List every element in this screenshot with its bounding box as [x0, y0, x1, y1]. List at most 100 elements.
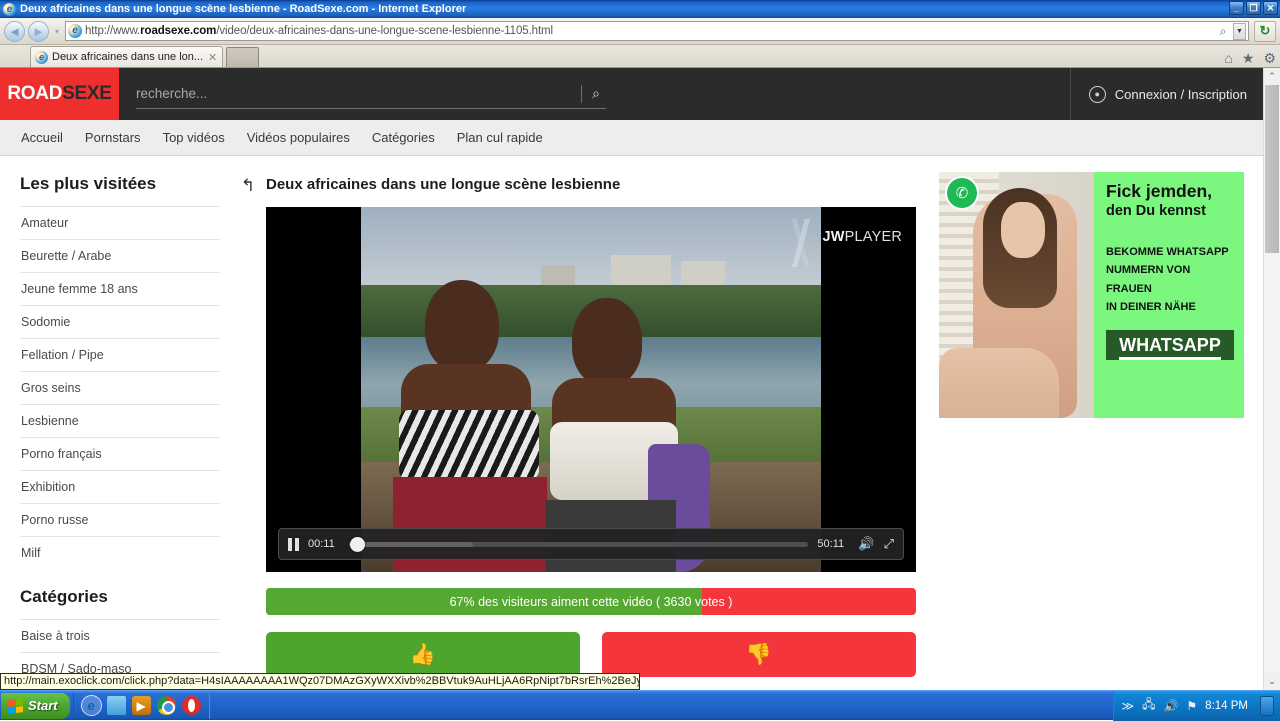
vote-buttons: 👍 👎 — [266, 632, 916, 677]
video-player[interactable]: JWPLAYER 00:11 50:11 🔊 ⤢ — [266, 207, 916, 572]
internet-explorer-icon — [3, 3, 16, 16]
sidebar-item-sodomie[interactable]: Sodomie — [20, 305, 220, 338]
account-label: Connexion / Inscription — [1115, 87, 1247, 102]
address-bar[interactable]: http://www.roadsexe.com/video/deux-afric… — [65, 21, 1249, 41]
taskbar-chrome-icon[interactable] — [157, 696, 176, 715]
taskbar-internet-explorer-icon[interactable]: e — [82, 696, 101, 715]
close-button[interactable]: ✕ — [1263, 1, 1278, 15]
nav-item-videos-populaires[interactable]: Vidéos populaires — [247, 130, 350, 145]
scrollbar-track[interactable] — [1264, 85, 1280, 673]
logo-sexe: SEXE — [62, 83, 112, 105]
like-button[interactable]: 👍 — [266, 632, 580, 677]
nav-item-top-videos[interactable]: Top vidéos — [163, 130, 225, 145]
search-icon[interactable]: ⌕ — [592, 85, 606, 102]
network-icon[interactable]: 🖧 — [1142, 695, 1155, 716]
thumbs-down-icon: 👎 — [746, 643, 772, 667]
chevron-down-icon[interactable]: ▼ — [1233, 23, 1246, 40]
watermark-jw: JW — [822, 229, 844, 245]
ad-cta-button[interactable]: WHATSAPP — [1106, 330, 1234, 360]
clock[interactable]: 8:14 PM — [1205, 700, 1248, 712]
history-dropdown-icon[interactable]: ▾ — [52, 27, 62, 36]
back-button[interactable]: ◄ — [4, 21, 25, 42]
ad-figure-face — [1001, 202, 1045, 258]
sidebar-item-jeune-femme[interactable]: Jeune femme 18 ans — [20, 272, 220, 305]
ad-figure-second — [939, 348, 1059, 418]
advertisement[interactable]: ✆ Fick jemden, den Du kennst BEKOMME WHA… — [939, 172, 1244, 418]
browser-tab[interactable]: Deux africaines dans une lon... ✕ — [30, 46, 223, 67]
scroll-down-button[interactable]: ⌄ — [1264, 673, 1280, 690]
video-article: Deux africaines dans une longue scène le… — [266, 172, 933, 690]
ad-line-2: NUMMERN VON — [1106, 261, 1234, 279]
seek-slider[interactable] — [349, 542, 808, 547]
account-link[interactable]: ● Connexion / Inscription — [1070, 68, 1263, 120]
scroll-up-button[interactable]: ⌃ — [1264, 68, 1280, 85]
jwplayer-logo-mark — [774, 219, 828, 267]
duration: 50:11 — [817, 538, 849, 550]
volume-icon[interactable]: 🔊 — [858, 536, 874, 552]
logo-road: ROAD — [7, 83, 62, 105]
fullscreen-icon[interactable]: ⤢ — [884, 536, 894, 552]
sidebar: Les plus visitées Amateur Beurette / Ara… — [0, 172, 220, 690]
sidebar-item-baise-a-trois[interactable]: Baise à trois — [20, 619, 220, 652]
taskbar-media-player-icon[interactable]: ▶ — [132, 696, 151, 715]
nav-item-accueil[interactable]: Accueil — [21, 130, 63, 145]
search-divider — [581, 85, 582, 103]
url-prefix: http://www. — [85, 25, 140, 37]
search-icon[interactable]: ⌕ — [1216, 24, 1230, 39]
seek-handle[interactable] — [350, 537, 365, 552]
site-header: ROADSEXE ⌕ ● Connexion / Inscription — [0, 68, 1263, 120]
taskbar-file-explorer-icon[interactable] — [107, 696, 126, 715]
restore-button[interactable]: ❐ — [1246, 1, 1261, 15]
quick-launch: e ▶ — [73, 693, 210, 719]
new-tab-button[interactable] — [226, 47, 259, 67]
home-icon[interactable]: ⌂ — [1224, 51, 1232, 65]
player-controls: 00:11 50:11 🔊 ⤢ — [278, 528, 904, 560]
sidebar-item-milf[interactable]: Milf — [20, 536, 220, 569]
search-input[interactable] — [136, 86, 571, 101]
refresh-button[interactable]: ↻ — [1254, 21, 1276, 42]
rating-text: 67% des visiteurs aiment cette vidéo ( 3… — [450, 595, 733, 609]
sidebar-item-porno-francais[interactable]: Porno français — [20, 437, 220, 470]
sidebar-item-beurette-arabe[interactable]: Beurette / Arabe — [20, 239, 220, 272]
nav-item-pornstars[interactable]: Pornstars — [85, 130, 141, 145]
start-button[interactable]: Start — [1, 693, 70, 719]
web-page: ROADSEXE ⌕ ● Connexion / Inscription Acc… — [0, 68, 1263, 690]
taskbar: Start e ▶ ≫ 🖧 🔊 ⚑ 8:14 PM — [0, 690, 1280, 720]
gear-icon[interactable]: ⚙ — [1263, 51, 1276, 65]
dislike-button[interactable]: 👎 — [602, 632, 916, 677]
video-subject-2 — [536, 272, 721, 572]
minimize-button[interactable]: _ — [1229, 1, 1244, 15]
tray-expand-icon[interactable]: ≫ — [1122, 699, 1135, 713]
ad-line-4: IN DEINER NÄHE — [1106, 298, 1234, 316]
pause-button[interactable] — [288, 538, 299, 551]
back-arrow-icon[interactable]: ↰ — [230, 172, 266, 690]
browser-window: Deux africaines dans une longue scène le… — [0, 0, 1280, 720]
sidebar-item-lesbienne[interactable]: Lesbienne — [20, 404, 220, 437]
search-area: ⌕ — [119, 68, 1070, 120]
sidebar-item-gros-seins[interactable]: Gros seins — [20, 371, 220, 404]
subject-2-head — [572, 298, 642, 386]
volume-icon[interactable]: 🔊 — [1163, 699, 1178, 713]
browser-toolbar: ◄ ► ▾ http://www.roadsexe.com/video/deux… — [0, 18, 1280, 45]
scrollbar-thumb[interactable] — [1265, 85, 1279, 253]
taskbar-opera-icon[interactable] — [182, 696, 201, 715]
sidebar-item-exhibition[interactable]: Exhibition — [20, 470, 220, 503]
tab-title: Deux africaines dans une lon... — [52, 51, 203, 63]
vertical-scrollbar[interactable]: ⌃ ⌄ — [1263, 68, 1280, 690]
favorites-icon[interactable]: ★ — [1242, 51, 1255, 65]
nav-item-plan-cul-rapide[interactable]: Plan cul rapide — [457, 130, 543, 145]
rating-bar: 67% des visiteurs aiment cette vidéo ( 3… — [266, 588, 916, 615]
page-title: Deux africaines dans une longue scène le… — [266, 172, 925, 207]
main-column: ↰ Deux africaines dans une longue scène … — [220, 172, 1263, 690]
flag-icon[interactable]: ⚑ — [1186, 699, 1197, 713]
search-box[interactable]: ⌕ — [136, 79, 606, 109]
show-desktop-button[interactable] — [1260, 696, 1274, 716]
nav-item-categories[interactable]: Catégories — [372, 130, 435, 145]
sidebar-item-fellation-pipe[interactable]: Fellation / Pipe — [20, 338, 220, 371]
sidebar-item-amateur[interactable]: Amateur — [20, 206, 220, 239]
close-icon[interactable]: ✕ — [207, 51, 218, 64]
sidebar-item-porno-russe[interactable]: Porno russe — [20, 503, 220, 536]
site-logo[interactable]: ROADSEXE — [0, 68, 119, 120]
ad-headline-2: den Du kennst — [1106, 203, 1234, 219]
forward-button[interactable]: ► — [28, 21, 49, 42]
